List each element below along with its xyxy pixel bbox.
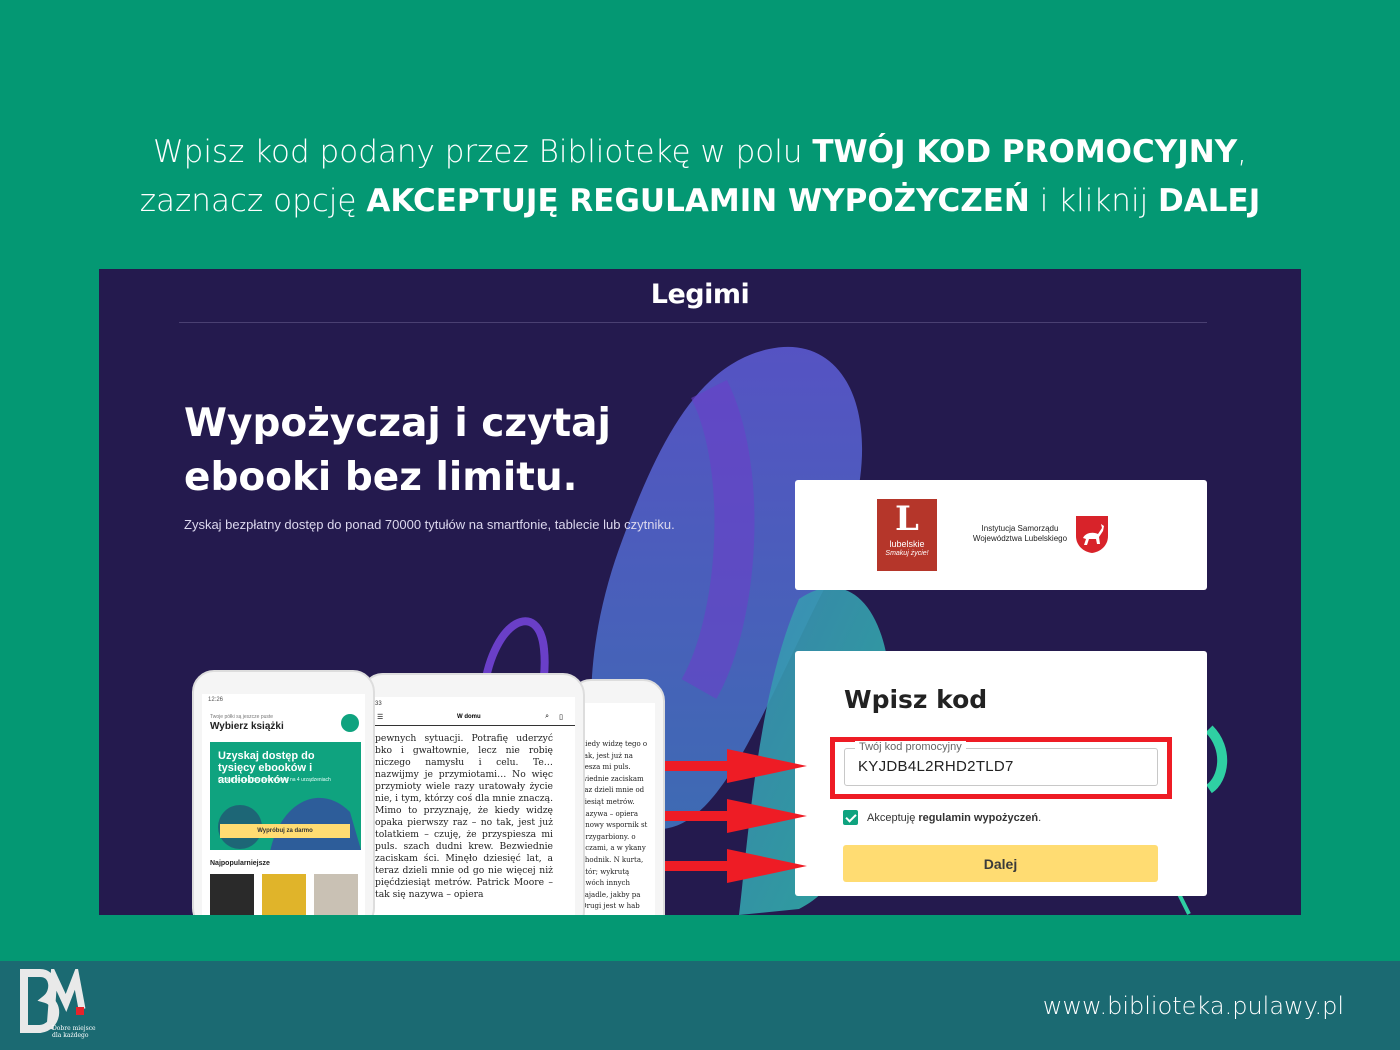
header-divider — [179, 322, 1207, 323]
reader-toolbar: ☰ W domu ⌕ ▯ — [375, 713, 575, 726]
phone-2-status: 33 — [375, 701, 382, 707]
popular-heading: Najpopularniejsze — [210, 860, 270, 867]
coat-of-arms-icon — [1076, 516, 1108, 553]
book-cover-3[interactable] — [314, 874, 358, 915]
promo-code-value: KYJDB4L2RHD2TLD7 — [858, 758, 1014, 775]
lubelskie-logo-slogan: Smakuj życie! — [885, 550, 929, 557]
footer: Dobre miejsce dla każdego www.biblioteka… — [0, 961, 1400, 1050]
bookmark-icon[interactable]: ▯ — [559, 713, 563, 721]
lubelskie-logo: L lubelskie Smakuj życie! — [877, 499, 937, 571]
menu-icon[interactable]: ☰ — [377, 713, 383, 721]
instruction-text: , — [1237, 134, 1248, 170]
hero-title-line-1: Wypożyczaj i czytaj — [184, 401, 611, 446]
instruction-bold-next: DALEJ — [1158, 183, 1261, 219]
phone-1-time: 12:26 — [208, 697, 224, 703]
phone-mockup-1: 12:26 Twoje półki są jeszcze puste Wybie… — [192, 670, 375, 915]
instruction-text: i kliknij — [1029, 183, 1159, 219]
try-free-button[interactable]: Wypróbuj za darmo — [220, 824, 350, 838]
banner-subtitle: Czytaj i słuchaj bez limitu nawet na 4 u… — [218, 777, 331, 783]
accept-terms[interactable]: Akceptuję regulamin wypożyczeń. — [843, 810, 1041, 825]
phone-1-caption: Twoje półki są jeszcze puste — [210, 714, 274, 720]
accept-checkbox[interactable] — [843, 810, 858, 825]
accept-label: Akceptuję — [867, 811, 916, 824]
sponsors-card: L lubelskie Smakuj życie! Instytucja Sam… — [795, 480, 1207, 590]
hero-title: Wypożyczaj i czytaj ebooki bez limitu. — [184, 397, 704, 505]
avatar-icon[interactable] — [341, 714, 359, 732]
instruction-bold-accept: AKCEPTUJĘ REGULAMIN WYPOŻYCZEŃ — [366, 183, 1030, 219]
next-button[interactable]: Dalej — [843, 845, 1158, 882]
reader-book-title: W domu — [457, 714, 481, 720]
library-tagline: Dobre miejsce dla każdego — [52, 1025, 96, 1039]
promo-code-label: Twój kod promocyjny — [855, 741, 966, 753]
instruction-line-1: Wpisz kod podany przez Bibliotekę w polu… — [0, 128, 1400, 177]
instruction-text: zaznacz opcję — [139, 183, 367, 219]
legimi-screenshot: Legimi Wypożyczaj i czytaj ebooki bez li… — [99, 269, 1301, 915]
search-icon[interactable]: ⌕ — [545, 713, 549, 721]
hero-subtitle: Zyskaj bezpłatny dostęp do ponad 70000 t… — [184, 517, 675, 532]
tagline-line-1: Dobre miejsce — [52, 1025, 96, 1032]
hero-title-line-2: ebooki bez limitu. — [184, 455, 578, 500]
accept-suffix: . — [1038, 811, 1042, 824]
instruction-bold-code: TWÓJ KOD PROMOCYJNY — [812, 134, 1238, 170]
lubelskie-logo-mark: L — [895, 499, 919, 539]
instructions: Wpisz kod podany przez Bibliotekę w polu… — [0, 128, 1400, 226]
promo-code-input[interactable]: Twój kod promocyjny KYJDB4L2RHD2TLD7 — [844, 741, 1158, 786]
book-cover-2[interactable] — [262, 874, 306, 915]
institution-name: Instytucja Samorządu Województwa Lubelsk… — [972, 524, 1068, 543]
phone-3-text: kiedy widzę tego o tak, jest już na zesz… — [581, 740, 648, 911]
instruction-line-2: zaznacz opcję AKCEPTUJĘ REGULAMIN WYPOŻY… — [0, 177, 1400, 226]
promo-banner: Uzyskaj dostęp do tysięcy ebooków i audi… — [210, 742, 361, 850]
instruction-text: Wpisz kod podany przez Bibliotekę w polu — [152, 134, 813, 170]
tagline-line-2: dla każdego — [52, 1032, 89, 1039]
phone-mockup-2: 33 ☰ W domu ⌕ ▯ pewnych sytuacji. Potraf… — [361, 673, 585, 915]
legimi-logo[interactable]: Legimi — [99, 279, 1301, 310]
lubelskie-logo-text: lubelskie — [889, 539, 925, 549]
reader-text: pewnych sytuacji. Potrafię uderzyć bko i… — [375, 733, 553, 900]
phone-1-title: Wybierz książki — [210, 721, 284, 732]
terms-link[interactable]: regulamin wypożyczeń — [918, 812, 1038, 824]
code-form-card: Wpisz kod Twój kod promocyjny KYJDB4L2RH… — [795, 651, 1207, 896]
library-url[interactable]: www.biblioteka.pulawy.pl — [1043, 992, 1344, 1020]
book-cover-1[interactable] — [210, 874, 254, 915]
code-form-title: Wpisz kod — [844, 685, 988, 714]
